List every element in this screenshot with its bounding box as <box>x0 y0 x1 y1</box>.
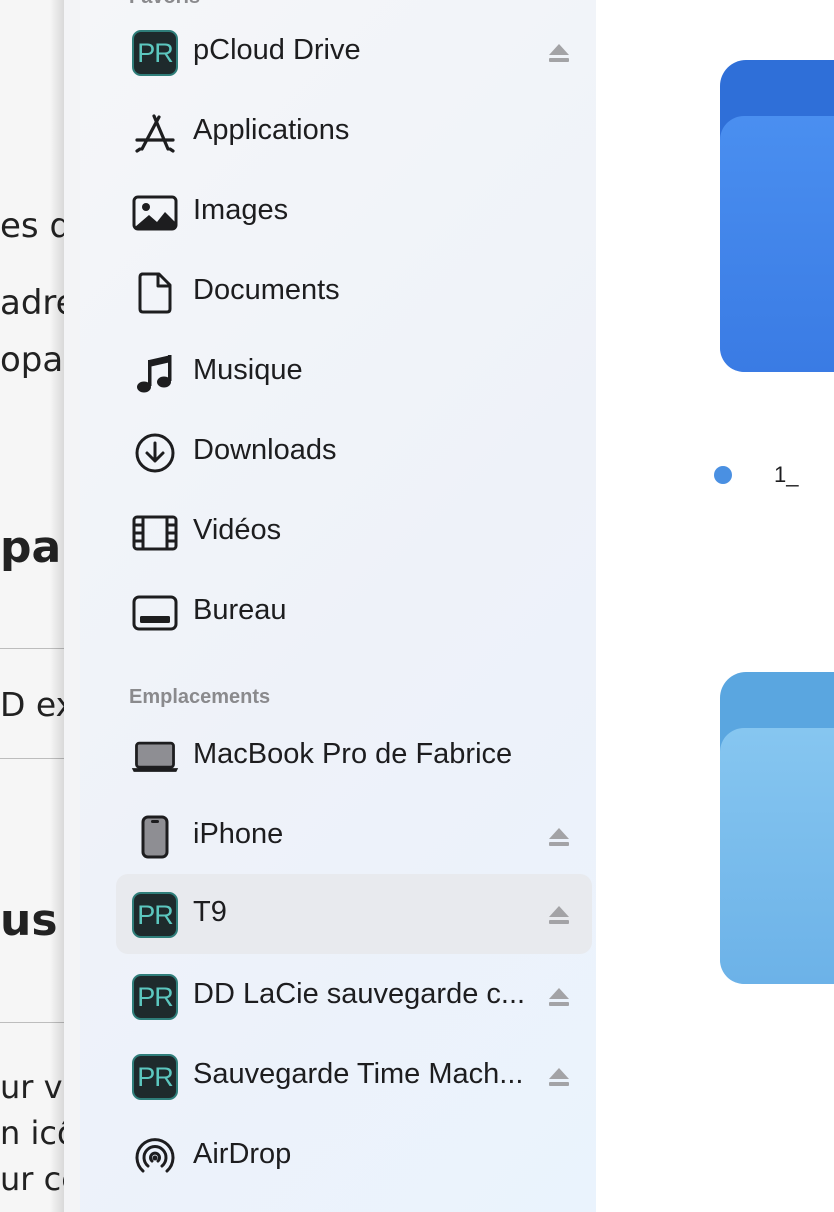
sidebar-item-label: T9 <box>193 896 227 928</box>
pr-drive-icon: PR <box>130 892 180 938</box>
folder-front <box>720 116 834 372</box>
sidebar-item-documents[interactable]: Documents <box>116 252 592 332</box>
content-area: 1_ <box>596 0 834 1212</box>
music-note-icon <box>130 350 180 396</box>
sidebar-item-downloads[interactable]: Downloads <box>116 412 592 492</box>
document-icon <box>130 270 180 316</box>
sidebar-item-musique[interactable]: Musique <box>116 332 592 412</box>
pr-drive-icon: PR <box>130 1054 180 1100</box>
sidebar-item-bureau[interactable]: Bureau <box>116 572 592 652</box>
sidebar-item-lacie[interactable]: PR DD LaCie sauvegarde c... <box>116 956 592 1036</box>
window-shadow <box>50 0 64 1212</box>
sidebar-item-label: Applications <box>193 114 350 146</box>
sidebar-item-label: iPhone <box>193 818 284 850</box>
airdrop-icon <box>130 1134 180 1180</box>
folder-item[interactable] <box>720 60 834 372</box>
pr-drive-icon: PR <box>130 974 180 1020</box>
section-label-locations: Emplacements <box>129 686 271 708</box>
eject-icon[interactable] <box>548 987 570 1007</box>
eject-icon[interactable] <box>548 1067 570 1087</box>
sidebar-item-label: Bureau <box>193 594 287 626</box>
sidebar-item-label: AirDrop <box>193 1138 292 1170</box>
laptop-icon <box>130 734 180 780</box>
color-tag-dot <box>714 466 732 484</box>
sidebar-item-applications[interactable]: Applications <box>116 92 592 172</box>
background-document: es q adre opar par D ex us ur ve n icô u… <box>0 0 64 1212</box>
window-edge <box>64 0 80 1212</box>
sidebar-item-pcloud-drive[interactable]: PR pCloud Drive <box>116 12 592 92</box>
folder-front <box>720 728 834 984</box>
finder-sidebar: Favoris PR pCloud Drive Applications Ima… <box>80 0 596 1212</box>
sidebar-item-time-machine[interactable]: PR Sauvegarde Time Mach... <box>116 1036 592 1116</box>
sidebar-item-label: Vidéos <box>193 514 282 546</box>
eject-icon[interactable] <box>548 827 570 847</box>
sidebar-item-label: Documents <box>193 274 340 306</box>
section-label-favorites: Favoris <box>129 0 200 9</box>
sidebar-item-label: Sauvegarde Time Mach... <box>193 1058 524 1090</box>
doc-heading-fragment: us <box>0 895 58 946</box>
sidebar-item-iphone[interactable]: iPhone <box>116 796 592 876</box>
sidebar-item-label: pCloud Drive <box>193 34 361 66</box>
sidebar-item-label: Musique <box>193 354 303 386</box>
folder-name[interactable]: 1_ <box>774 462 798 488</box>
folder-item[interactable] <box>720 672 834 984</box>
eject-icon[interactable] <box>548 905 570 925</box>
sidebar-item-macbook[interactable]: MacBook Pro de Fabrice <box>116 716 592 796</box>
download-icon <box>130 430 180 476</box>
sidebar-item-label: Images <box>193 194 289 226</box>
sidebar-item-label: Downloads <box>193 434 337 466</box>
sidebar-item-label: MacBook Pro de Fabrice <box>193 738 513 770</box>
sidebar-item-videos[interactable]: Vidéos <box>116 492 592 572</box>
pr-drive-icon: PR <box>130 30 180 76</box>
desktop-icon <box>130 590 180 636</box>
sidebar-item-airdrop[interactable]: AirDrop <box>116 1116 592 1196</box>
iphone-icon <box>130 814 180 860</box>
eject-icon[interactable] <box>548 43 570 63</box>
sidebar-item-t9[interactable]: PR T9 <box>116 874 592 954</box>
finder-window: Favoris PR pCloud Drive Applications Ima… <box>64 0 834 1212</box>
images-icon <box>130 190 180 236</box>
applications-icon <box>130 110 180 156</box>
sidebar-item-images[interactable]: Images <box>116 172 592 252</box>
sidebar-item-label: DD LaCie sauvegarde c... <box>193 978 526 1010</box>
film-icon <box>130 510 180 556</box>
